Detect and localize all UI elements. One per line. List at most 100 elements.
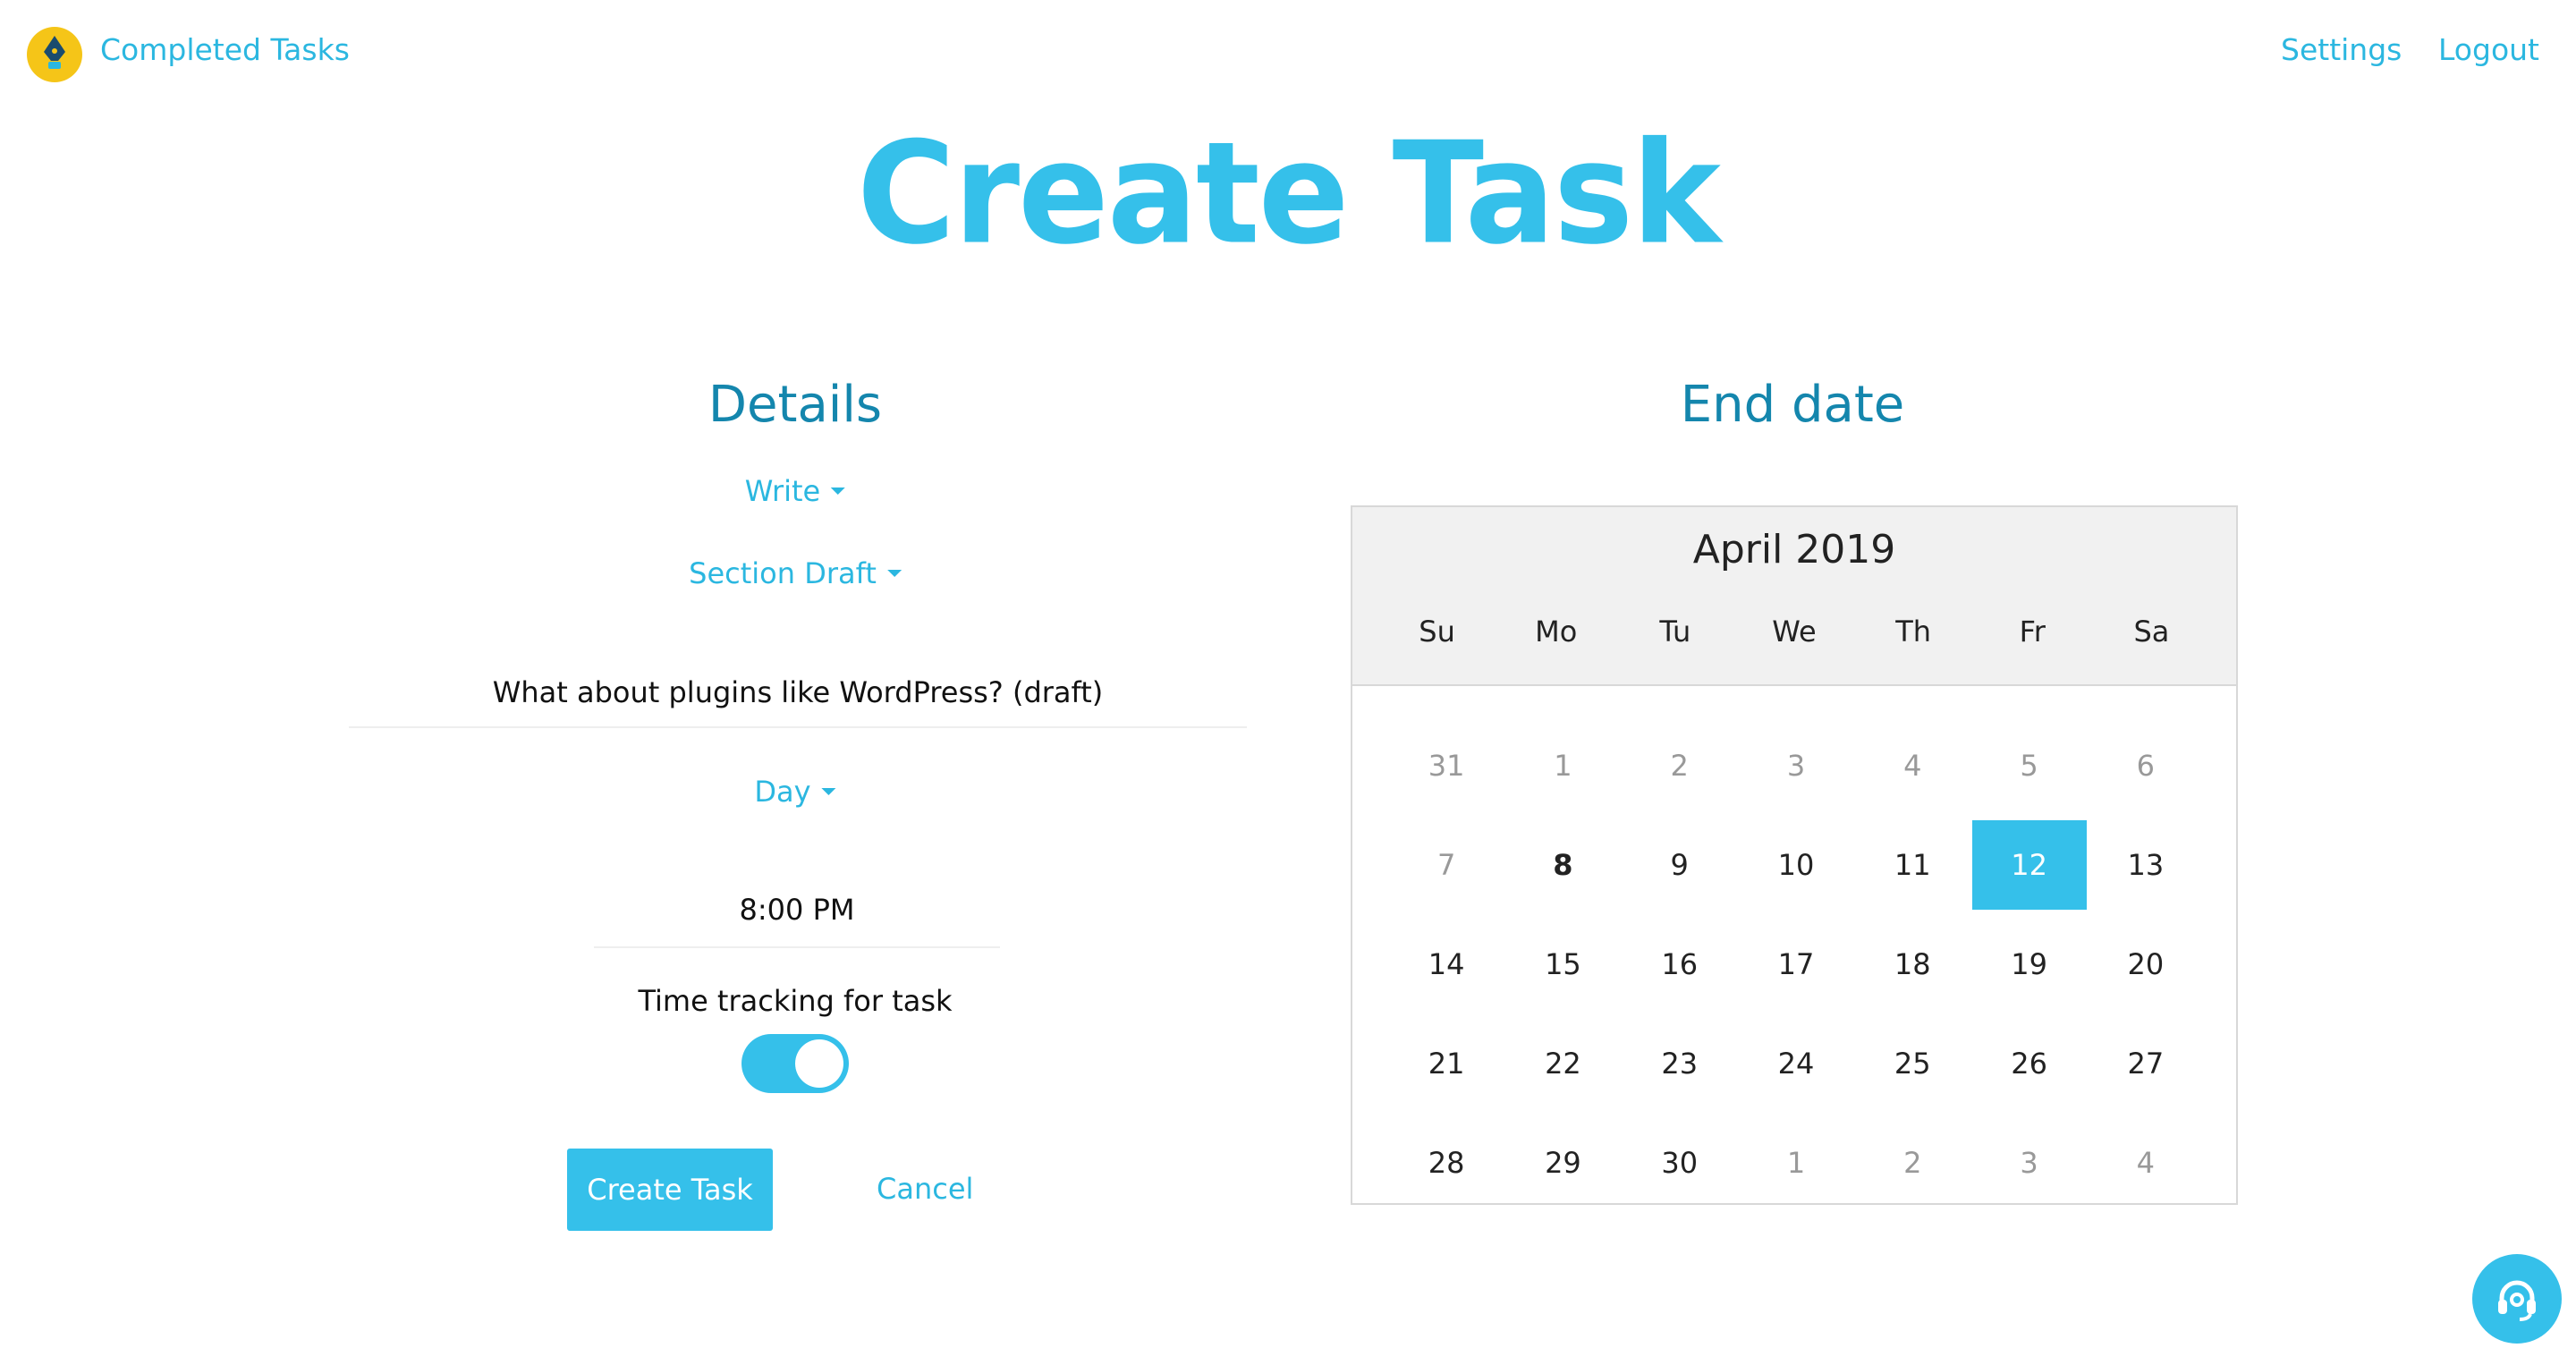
calendar-day[interactable]: 3 bbox=[1970, 1113, 2087, 1212]
period-dropdown[interactable]: Day bbox=[754, 775, 836, 809]
calendar-day[interactable]: 15 bbox=[1504, 914, 1621, 1013]
calendar-day[interactable]: 11 bbox=[1854, 815, 1970, 914]
calendar-day[interactable]: 6 bbox=[2088, 716, 2204, 815]
calendar-day-number: 1 bbox=[1554, 748, 1572, 783]
project-dropdown-label: Write bbox=[744, 474, 821, 508]
calendar-day[interactable]: 1 bbox=[1504, 716, 1621, 815]
create-task-button[interactable]: Create Task bbox=[567, 1149, 773, 1231]
task-type-dropdown-label: Section Draft bbox=[689, 556, 877, 590]
calendar-day-number: 13 bbox=[2127, 847, 2165, 882]
cancel-link[interactable]: Cancel bbox=[877, 1172, 973, 1206]
headset-icon bbox=[2498, 1280, 2536, 1321]
calendar-day[interactable]: 18 bbox=[1854, 914, 1970, 1013]
calendar-day-number: 10 bbox=[1777, 847, 1815, 882]
calendar-day[interactable]: 24 bbox=[1738, 1013, 1854, 1113]
calendar-day-number: 3 bbox=[1786, 748, 1806, 783]
calendar-day[interactable]: 2 bbox=[1622, 716, 1738, 815]
weekday-label: Su bbox=[1419, 615, 1455, 649]
calendar-day[interactable]: 20 bbox=[2088, 914, 2204, 1013]
calendar-day[interactable]: 22 bbox=[1504, 1013, 1621, 1113]
time-tracking-label: Time tracking for task bbox=[638, 984, 953, 1018]
help-button[interactable] bbox=[2472, 1254, 2562, 1344]
calendar-day-number: 18 bbox=[1894, 946, 1931, 981]
calendar-day-number: 23 bbox=[1661, 1046, 1699, 1081]
calendar-day-number: 2 bbox=[1670, 748, 1689, 783]
caret-down-icon bbox=[821, 788, 836, 795]
calendar-day[interactable]: 23 bbox=[1622, 1013, 1738, 1113]
nav-settings-link[interactable]: Settings bbox=[2281, 32, 2402, 67]
calendar-day-number: 16 bbox=[1661, 946, 1699, 981]
weekday-row: Su Mo Tu We Th Fr Sa bbox=[1352, 615, 2236, 649]
calendar-day[interactable]: 4 bbox=[2088, 1113, 2204, 1212]
calendar-day[interactable]: 13 bbox=[2088, 815, 2204, 914]
calendar-day-number: 19 bbox=[2011, 946, 2047, 981]
calendar-day-number: 1 bbox=[1786, 1145, 1806, 1180]
calendar-day[interactable]: 2 bbox=[1854, 1113, 1970, 1212]
calendar-day-number: 28 bbox=[1428, 1145, 1465, 1180]
weekday-label: Th bbox=[1895, 615, 1932, 649]
calendar-day-number: 20 bbox=[2127, 946, 2165, 981]
calendar-day-number: 30 bbox=[1661, 1145, 1699, 1180]
calendar-days-grid: 31 1 2 3 4 5 6 7 8 9 10 11 12 13 14 15 16 17 18 19 20 21 22 23 2… bbox=[1388, 716, 2204, 1212]
calendar-day[interactable]: 7 bbox=[1388, 815, 1504, 914]
calendar-day-number: 15 bbox=[1545, 946, 1581, 981]
pen-nib-icon[interactable] bbox=[27, 27, 82, 82]
create-task-page: Completed Tasks Settings Logout Create T… bbox=[0, 0, 2576, 1365]
calendar-day[interactable]: 8 bbox=[1504, 815, 1621, 914]
calendar-day-number: 9 bbox=[1670, 847, 1689, 882]
calendar-day[interactable]: 3 bbox=[1738, 716, 1854, 815]
calendar-day-number: 24 bbox=[1777, 1046, 1815, 1081]
task-type-dropdown[interactable]: Section Draft bbox=[689, 556, 902, 590]
calendar-day-number: 4 bbox=[1903, 748, 1922, 783]
calendar-day-number: 29 bbox=[1545, 1145, 1581, 1180]
time-input[interactable] bbox=[594, 873, 1000, 948]
weekday-label: Sa bbox=[2133, 615, 2170, 649]
calendar-day[interactable]: 25 bbox=[1854, 1013, 1970, 1113]
calendar-day[interactable]: 4 bbox=[1854, 716, 1970, 815]
calendar-day-number: 22 bbox=[1545, 1046, 1581, 1081]
calendar-day-number: 2 bbox=[1903, 1145, 1922, 1180]
calendar-day[interactable]: 17 bbox=[1738, 914, 1854, 1013]
caret-down-icon bbox=[831, 488, 846, 495]
calendar-day-number: 6 bbox=[2136, 748, 2156, 783]
calendar-day-number: 25 bbox=[1894, 1046, 1931, 1081]
calendar-day[interactable]: 10 bbox=[1738, 815, 1854, 914]
weekday-label: We bbox=[1772, 615, 1817, 649]
calendar-day[interactable]: 26 bbox=[1970, 1013, 2087, 1113]
calendar-day[interactable]: 5 bbox=[1970, 716, 2087, 815]
end-date-calendar: April 2019 Su Mo Tu We Th Fr Sa 31 1 2 3 4 5 6 7 8 9 10 1… bbox=[1351, 505, 2238, 1205]
calendar-day[interactable]: 19 bbox=[1970, 914, 2087, 1013]
project-dropdown[interactable]: Write bbox=[744, 474, 846, 508]
calendar-day[interactable]: 14 bbox=[1388, 914, 1504, 1013]
calendar-day-number: 31 bbox=[1428, 748, 1465, 783]
time-tracking-toggle[interactable] bbox=[741, 1034, 849, 1093]
nav-completed-tasks-link[interactable]: Completed Tasks bbox=[100, 32, 350, 67]
weekday-label: Fr bbox=[2019, 615, 2046, 649]
task-name-input[interactable] bbox=[349, 658, 1247, 728]
calendar-day-number: 26 bbox=[2011, 1046, 2047, 1081]
calendar-day[interactable]: 21 bbox=[1388, 1013, 1504, 1113]
calendar-day-number: 7 bbox=[1436, 847, 1456, 882]
calendar-day-number: 27 bbox=[2127, 1046, 2165, 1081]
calendar-day-number: 11 bbox=[1894, 847, 1931, 882]
calendar-day[interactable]: 27 bbox=[2088, 1013, 2204, 1113]
page-title: Create Task bbox=[857, 112, 1721, 276]
calendar-day[interactable]: 16 bbox=[1622, 914, 1738, 1013]
calendar-day[interactable]: 28 bbox=[1388, 1113, 1504, 1212]
calendar-day[interactable]: 1 bbox=[1738, 1113, 1854, 1212]
calendar-day-number: 5 bbox=[2020, 748, 2038, 783]
calendar-day[interactable]: 31 bbox=[1388, 716, 1504, 815]
calendar-day-number: 14 bbox=[1428, 946, 1465, 981]
toggle-knob bbox=[795, 1039, 843, 1088]
calendar-day-selected[interactable]: 12 bbox=[1970, 815, 2087, 914]
weekday-label: Tu bbox=[1659, 615, 1691, 649]
calendar-month-label: April 2019 bbox=[1692, 527, 1896, 572]
calendar-day[interactable]: 30 bbox=[1622, 1113, 1738, 1212]
caret-down-icon bbox=[886, 570, 902, 577]
calendar-day[interactable]: 9 bbox=[1622, 815, 1738, 914]
details-heading: Details bbox=[708, 376, 883, 434]
nav-logout-link[interactable]: Logout bbox=[2438, 32, 2539, 67]
calendar-day-number: 12 bbox=[1971, 819, 2087, 910]
calendar-header: April 2019 Su Mo Tu We Th Fr Sa bbox=[1352, 507, 2236, 686]
calendar-day[interactable]: 29 bbox=[1504, 1113, 1621, 1212]
